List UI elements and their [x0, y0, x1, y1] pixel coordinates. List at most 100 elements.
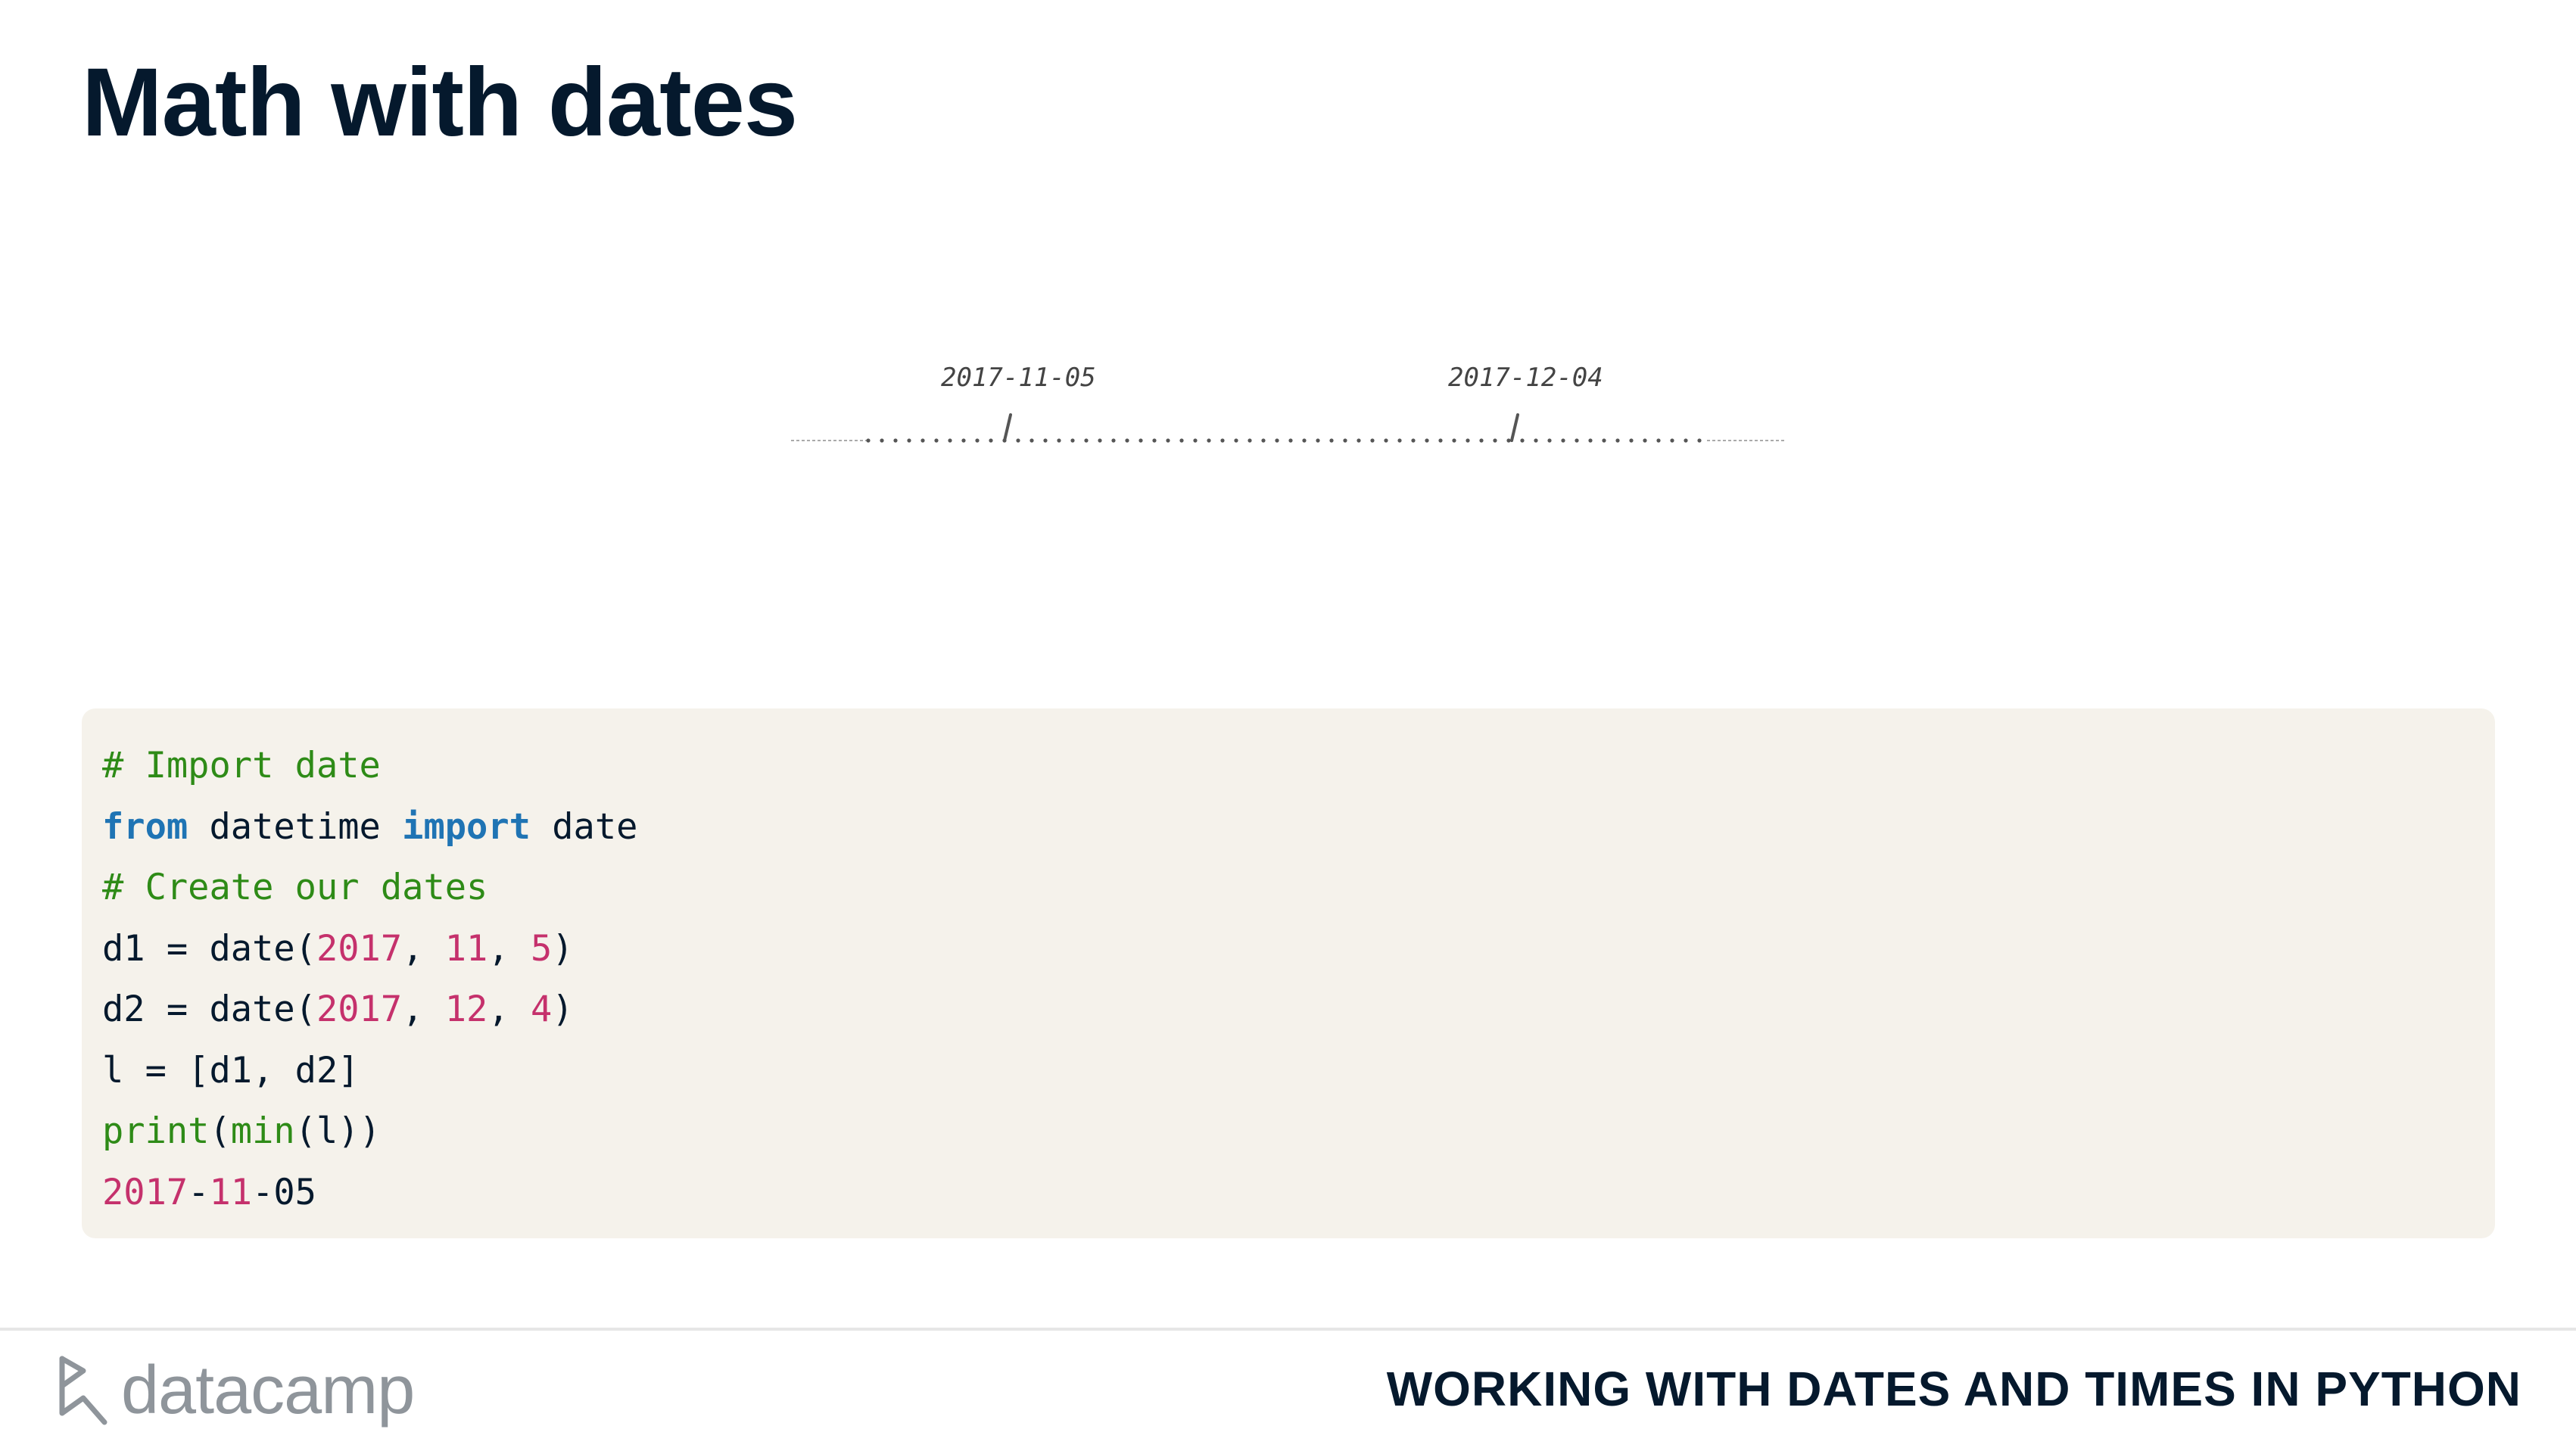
timeline-dot [1561, 438, 1565, 443]
timeline-dot [1179, 438, 1184, 443]
code-line: # Create our dates [102, 858, 2474, 919]
timeline-dot [989, 438, 993, 443]
code-token: # Create our dates [102, 867, 488, 908]
code-token: 5 [530, 927, 553, 970]
code-token: 12 [444, 989, 488, 1030]
timeline-dot [893, 438, 898, 443]
code-block: # Import date from datetime import date # … [82, 708, 2495, 1238]
timeline-dot [1520, 438, 1525, 443]
timeline-dot [1397, 438, 1402, 443]
page-title: Math with dates [82, 48, 798, 157]
logo-wordmark: datacamp [121, 1352, 415, 1428]
timeline-dot [1656, 438, 1661, 443]
timeline-dot [1057, 438, 1061, 443]
timeline-dot [1534, 438, 1538, 443]
code-token: 11 [209, 1171, 253, 1213]
timeline-dot [934, 438, 939, 443]
timeline-label-start: 2017-11-05 [941, 363, 1096, 393]
code-token: , [487, 989, 531, 1030]
code-token: ( [209, 1110, 231, 1152]
code-token: # Import date [102, 745, 381, 786]
timeline-dot [975, 438, 980, 443]
timeline-dot [1588, 438, 1593, 443]
timeline-dot [1029, 438, 1034, 443]
code-token: 2017 [316, 927, 403, 970]
code-token: 11 [444, 927, 488, 970]
course-title: WORKING WITH DATES AND TIMES IN PYTHON [1386, 1362, 2521, 1416]
code-token: d2 = date( [102, 989, 316, 1030]
timeline-dot [1084, 438, 1089, 443]
timeline-dot [1111, 438, 1116, 443]
timeline-dot [1547, 438, 1552, 443]
timeline-dot [1207, 438, 1211, 443]
code-token: , [402, 989, 445, 1030]
timeline-dot [1138, 438, 1143, 443]
timeline-dot [1302, 438, 1307, 443]
timeline-dot [948, 438, 952, 443]
timeline-dots [866, 438, 1702, 443]
code-token: 2017 [102, 1171, 188, 1213]
code-token: - [188, 1171, 210, 1213]
timeline-dot [1357, 438, 1361, 443]
timeline-dot [1479, 438, 1484, 443]
footer-divider [0, 1328, 2576, 1331]
datacamp-logo: datacamp [53, 1349, 415, 1432]
timeline-dot [1575, 438, 1579, 443]
code-token: (l)) [294, 1110, 381, 1152]
timeline-dot [1629, 438, 1634, 443]
timeline-dot [1438, 438, 1443, 443]
code-token: print [102, 1110, 210, 1152]
timeline-dot [1506, 438, 1511, 443]
timeline-dot [1261, 438, 1266, 443]
timeline-dot [920, 438, 925, 443]
timeline-dot [1493, 438, 1497, 443]
timeline-dot [1343, 438, 1347, 443]
code-token: 4 [530, 989, 553, 1030]
code-token: min [230, 1110, 295, 1152]
timeline-dot [1384, 438, 1388, 443]
timeline-dot [1452, 438, 1456, 443]
code-token: ) [552, 927, 574, 970]
timeline-dot [1316, 438, 1320, 443]
code-token: date [530, 805, 638, 848]
timeline-svg: 2017-11-05 2017-12-04 [791, 363, 1784, 443]
timeline-dot [1234, 438, 1238, 443]
code-line: l = [d1, d2] [102, 1041, 2474, 1102]
timeline-tick-2 [1510, 413, 1519, 442]
code-token: d1 = date( [102, 927, 316, 970]
code-token: datetime [188, 805, 403, 848]
timeline-dot [866, 438, 871, 443]
code-line: from datetime import date [102, 797, 2474, 858]
timeline-dot [1615, 438, 1620, 443]
code-token: l = [d1, d2] [102, 1049, 360, 1091]
timeline-dot [1643, 438, 1647, 443]
code-line: d2 = date(2017, 12, 4) [102, 979, 2474, 1041]
timeline-illustration: 2017-11-05 2017-12-04 [783, 356, 1790, 462]
timeline-dot [1288, 438, 1293, 443]
timeline-dot [1670, 438, 1674, 443]
code-line: 2017-11-05 [102, 1163, 2474, 1224]
timeline-dot [1329, 438, 1334, 443]
timeline-dot [1411, 438, 1416, 443]
timeline-dot [1193, 438, 1198, 443]
timeline-dot [1684, 438, 1688, 443]
timeline-dot [907, 438, 911, 443]
timeline-dot [1466, 438, 1470, 443]
timeline-dot [1098, 438, 1102, 443]
timeline-dot [1070, 438, 1075, 443]
code-token: ) [552, 989, 574, 1030]
timeline-dot [1275, 438, 1279, 443]
timeline-dot [1697, 438, 1702, 443]
datacamp-logo-icon [59, 1356, 107, 1425]
code-token: import [402, 805, 531, 848]
code-token: , [402, 927, 445, 970]
timeline-dot [961, 438, 966, 443]
timeline-dot [1016, 438, 1020, 443]
code-line: # Import date [102, 736, 2474, 797]
code-token: -05 [252, 1171, 316, 1213]
timeline-dot [1125, 438, 1129, 443]
timeline-dot [1043, 438, 1048, 443]
timeline-dot [1166, 438, 1170, 443]
timeline-label-end: 2017-12-04 [1448, 363, 1603, 393]
timeline-dot [880, 438, 884, 443]
